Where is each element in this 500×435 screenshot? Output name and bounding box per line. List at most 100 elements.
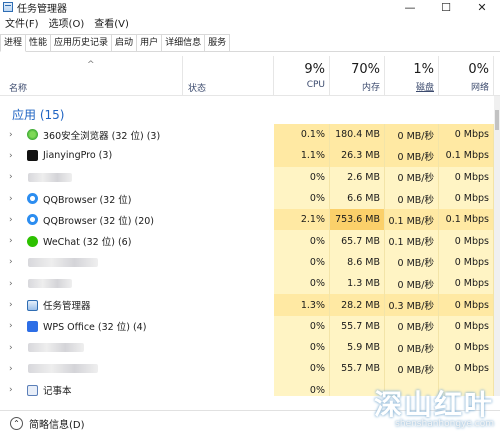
expand-chevron-icon[interactable]: › (9, 172, 13, 182)
cell-cpu: 1.1% (274, 145, 330, 167)
cell-mem: 2.6 MB (330, 166, 385, 188)
network-label: 网络 (470, 83, 489, 93)
redacted-process-name (28, 257, 98, 267)
expand-chevron-icon[interactable]: › (9, 385, 13, 395)
header-network[interactable]: 0% 网络 (439, 56, 494, 96)
tab-startup[interactable]: 启动 (111, 34, 138, 51)
menu-file[interactable]: 文件(F) (0, 15, 44, 30)
disk-label: 磁盘 (415, 83, 434, 93)
table-row[interactable]: › 0% 5.9 MB 0 MB/秒 0 Mbps (0, 336, 500, 359)
table-row[interactable]: › QQBrowser (32 位) (20) 2.1% 753.6 MB 0.1 MB… (0, 209, 500, 231)
cell-disk: 0.1 MB/秒 (385, 230, 439, 252)
cell-net: 0 Mbps (439, 124, 494, 146)
cell-net: 0 Mbps (439, 251, 494, 274)
close-button[interactable]: ✕ (464, 0, 500, 14)
cell-disk: 0 MB/秒 (385, 187, 439, 210)
header-disk[interactable]: 1% 磁盘 (385, 56, 439, 96)
expand-chevron-icon[interactable]: › (9, 130, 13, 140)
process-name: WPS Office (32 位) (4) (43, 322, 147, 334)
column-header: ^ 名称 状态 9% CPU 70% 内存 1% 磁盘 0% 网络 (0, 56, 500, 96)
table-row[interactable]: › 0% 1.3 MB 0 MB/秒 0 Mbps (0, 273, 500, 295)
task-manager-icon (27, 299, 38, 311)
cell-mem: 6.6 MB (330, 187, 385, 210)
table-row[interactable]: › 0% 2.6 MB 0 MB/秒 0 Mbps (0, 166, 500, 188)
cell-disk: 0 MB/秒 (385, 166, 439, 188)
cell-mem: 8.6 MB (330, 251, 385, 274)
memory-percent: 70% (351, 62, 380, 77)
expand-chevron-icon[interactable]: › (9, 194, 13, 204)
cell-mem: 55.7 MB (330, 358, 385, 380)
cell-disk: 0.1 MB/秒 (385, 209, 439, 231)
table-row[interactable]: › WeChat (32 位) (6) 0% 65.7 MB 0.1 MB/秒 0 Mbp… (0, 230, 500, 252)
cell-cpu: 0% (274, 379, 330, 396)
cell-disk: 0 MB/秒 (385, 358, 439, 380)
header-name-label: 名称 (9, 84, 28, 94)
expand-chevron-icon[interactable]: › (9, 364, 13, 374)
redacted-process-name (28, 279, 72, 289)
cpu-label: CPU (306, 80, 325, 90)
minimize-button[interactable]: — (392, 0, 428, 14)
notepad-icon (27, 384, 38, 396)
menu-view[interactable]: 查看(V) (89, 15, 134, 30)
maximize-button[interactable]: ☐ (428, 0, 464, 14)
disk-percent: 1% (413, 62, 434, 77)
title-bar: 任务管理器 — ☐ ✕ (0, 0, 500, 15)
table-row[interactable]: › QQBrowser (32 位) 0% 6.6 MB 0 MB/秒 0 Mbps (0, 187, 500, 210)
expand-chevron-icon[interactable]: › (9, 300, 13, 310)
header-status-label: 状态 (188, 84, 207, 94)
tab-processes[interactable]: 进程 (0, 34, 27, 52)
process-name: QQBrowser (32 位) (43, 194, 132, 206)
redacted-process-name (28, 343, 84, 353)
process-name: WeChat (32 位) (6) (43, 237, 132, 249)
tab-details[interactable]: 详细信息 (161, 34, 206, 51)
fewer-details-link[interactable]: 简略信息(D) (29, 416, 85, 431)
expand-chevron-icon[interactable]: › (9, 279, 13, 289)
tab-performance[interactable]: 性能 (25, 34, 52, 51)
cell-net: 0.1 Mbps (439, 209, 494, 231)
table-row[interactable]: › 360安全浏览器 (32 位) (3) 0.1% 180.4 MB 0 MB/秒 0 … (0, 124, 500, 146)
cell-cpu: 0% (274, 273, 330, 295)
table-row[interactable]: › 0% 8.6 MB 0 MB/秒 0 Mbps (0, 251, 500, 274)
header-name[interactable]: ^ 名称 (0, 56, 183, 96)
vertical-scrollbar[interactable] (494, 96, 500, 396)
cell-cpu: 0% (274, 358, 330, 380)
cell-disk: 0 MB/秒 (385, 315, 439, 337)
tab-app-history[interactable]: 应用历史记录 (50, 34, 113, 51)
process-name: 记事本 (43, 386, 72, 396)
expand-chevron-icon[interactable]: › (9, 321, 13, 331)
cell-cpu: 1.3% (274, 294, 330, 316)
group-title-apps: 应用 (15) (12, 108, 65, 122)
collapse-icon[interactable]: ⌃ (10, 416, 23, 430)
expand-chevron-icon[interactable]: › (9, 151, 13, 161)
tab-users[interactable]: 用户 (136, 34, 163, 51)
menu-options[interactable]: 选项(O) (44, 15, 90, 30)
watermark: 深山红叶 shenshanhongye.com (374, 383, 494, 429)
expand-chevron-icon[interactable]: › (9, 215, 13, 225)
cell-disk: 0 MB/秒 (385, 124, 439, 146)
sort-arrow-icon: ^ (87, 60, 95, 70)
scrollbar-thumb[interactable] (495, 110, 499, 130)
process-name: 任务管理器 (43, 301, 91, 313)
qqbrowser-icon (27, 193, 38, 205)
cell-net: 0 Mbps (439, 166, 494, 188)
cell-cpu: 0% (274, 315, 330, 337)
process-name: 360安全浏览器 (32 位) (3) (43, 130, 161, 142)
expand-chevron-icon[interactable]: › (9, 257, 13, 267)
table-row[interactable]: › 0% 55.7 MB 0 MB/秒 0 Mbps (0, 358, 500, 380)
expand-chevron-icon[interactable]: › (9, 343, 13, 353)
expand-chevron-icon[interactable]: › (9, 236, 13, 246)
tab-services[interactable]: 服务 (204, 34, 231, 51)
header-status[interactable]: 状态 (183, 56, 274, 96)
table-row[interactable]: › WPS Office (32 位) (4) 0% 55.7 MB 0 MB/秒 0 M… (0, 315, 500, 337)
header-cpu[interactable]: 9% CPU (274, 56, 330, 96)
table-row[interactable]: › JianyingPro (3) 1.1% 26.3 MB 0 MB/秒 0.1 Mbp… (0, 145, 500, 167)
table-row[interactable]: › 任务管理器 1.3% 28.2 MB 0.3 MB/秒 0 Mbps (0, 294, 500, 316)
header-memory[interactable]: 70% 内存 (330, 56, 385, 96)
cpu-percent: 9% (304, 62, 325, 77)
cell-mem: 180.4 MB (330, 124, 385, 146)
cell-cpu: 0.1% (274, 124, 330, 146)
task-manager-app-icon (3, 2, 13, 12)
cell-disk: 0 MB/秒 (385, 336, 439, 359)
cell-cpu: 0% (274, 166, 330, 188)
cell-mem: 65.7 MB (330, 230, 385, 252)
